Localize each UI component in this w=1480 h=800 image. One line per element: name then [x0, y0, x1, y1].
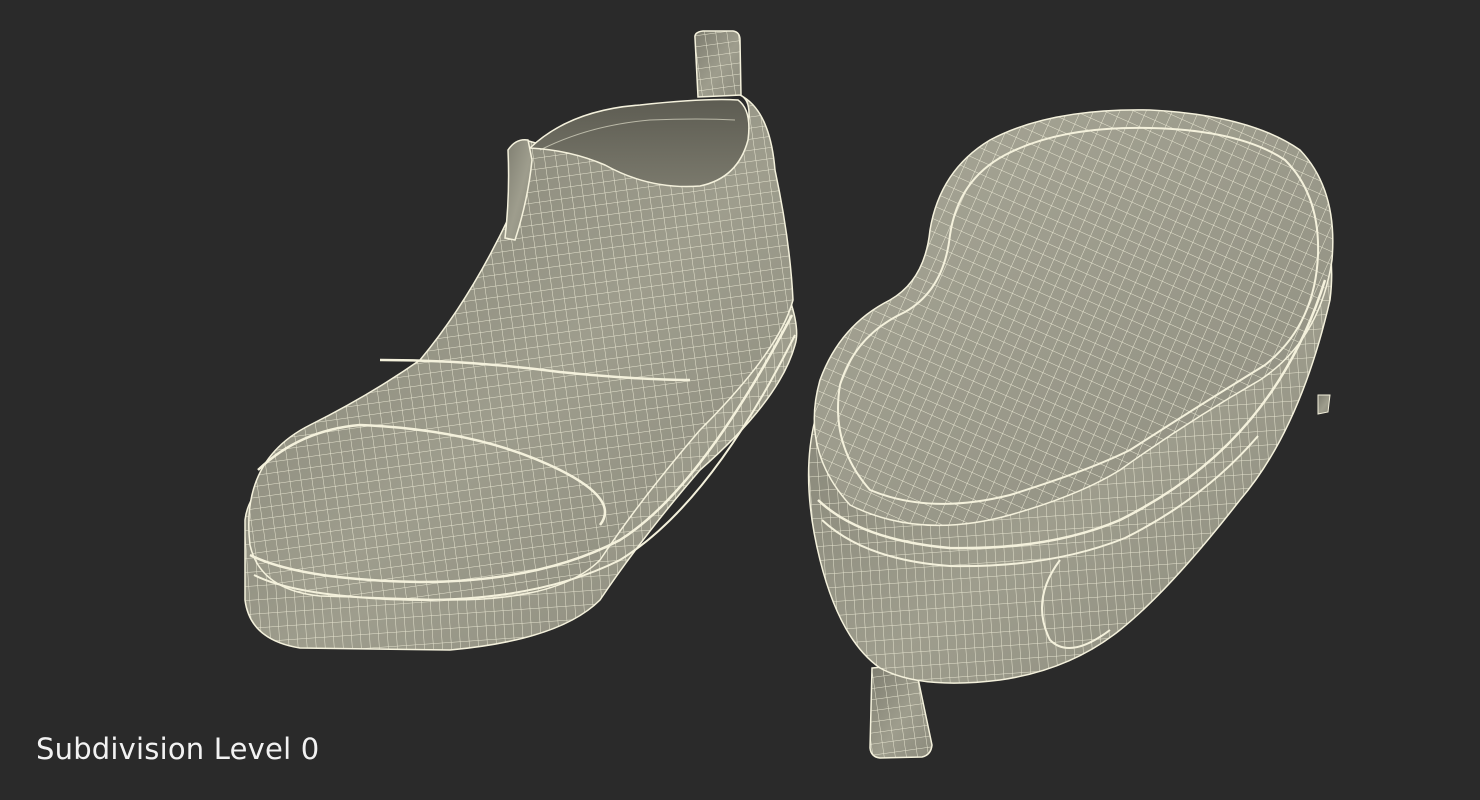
shoe-sole-view — [807, 109, 1334, 759]
render-viewport: Subdivision Level 0 — [0, 0, 1480, 800]
shoe-side-view — [244, 30, 798, 651]
wireframe-render — [244, 30, 1334, 759]
subdivision-level-caption: Subdivision Level 0 — [36, 732, 320, 766]
